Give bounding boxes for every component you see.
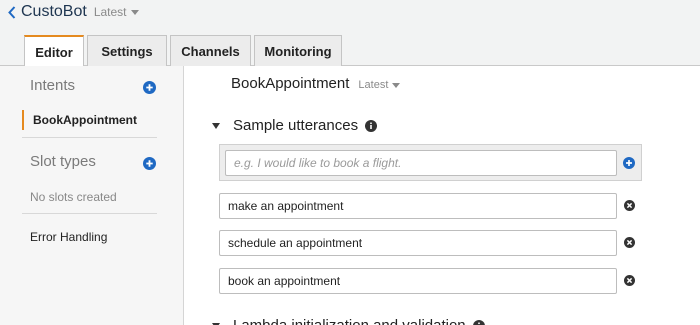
sample-utterances-title: Sample utterances	[233, 117, 359, 134]
intent-version-label: Latest	[358, 79, 389, 91]
remove-utterance-icon[interactable]	[624, 237, 635, 248]
tab-channels[interactable]: Channels	[170, 35, 251, 66]
bot-version-dropdown[interactable]: Latest	[94, 5, 139, 19]
lambda-section-header: Lambda initialization and validation	[212, 317, 485, 325]
bot-selector[interactable]: CustoBot Latest	[8, 2, 139, 22]
new-utterance-input[interactable]	[225, 150, 617, 176]
info-icon[interactable]	[472, 319, 485, 325]
caret-down-icon	[392, 82, 401, 88]
remove-utterance-icon[interactable]	[624, 200, 635, 211]
caret-down-icon	[130, 9, 139, 15]
intents-heading: Intents	[30, 77, 76, 94]
intent-title: BookAppointment	[231, 75, 350, 92]
intent-header: BookAppointment Latest	[231, 75, 401, 92]
tab-editor[interactable]: Editor	[24, 35, 84, 67]
sidebar: Intents BookAppointment Slot types No sl…	[0, 66, 184, 325]
bot-version-label: Latest	[93, 5, 127, 19]
lambda-section-title: Lambda initialization and validation	[233, 317, 466, 325]
no-slots-text: No slots created	[30, 190, 117, 204]
info-icon[interactable]	[365, 119, 378, 132]
sidebar-item-bookappointment[interactable]: BookAppointment	[22, 110, 137, 130]
add-slot-type-icon[interactable]	[143, 157, 156, 170]
add-intent-icon[interactable]	[143, 81, 156, 94]
sample-utterances-header: Sample utterances	[212, 117, 378, 134]
collapse-triangle-icon[interactable]	[212, 122, 220, 129]
utterance-input[interactable]	[219, 268, 617, 294]
tab-monitoring[interactable]: Monitoring	[254, 35, 342, 66]
chevron-left-icon[interactable]	[8, 5, 16, 19]
slot-types-heading: Slot types	[30, 153, 96, 170]
bot-title[interactable]: CustoBot	[21, 3, 87, 21]
new-utterance-row	[219, 144, 642, 181]
tab-settings[interactable]: Settings	[87, 35, 167, 66]
divider	[22, 213, 157, 214]
sidebar-item-label: BookAppointment	[33, 113, 137, 127]
utterance-input[interactable]	[219, 193, 617, 219]
divider	[22, 137, 157, 138]
tab-bar: Editor Settings Channels Monitoring	[24, 35, 345, 67]
remove-utterance-icon[interactable]	[624, 275, 635, 286]
utterance-input[interactable]	[219, 230, 617, 256]
intent-version-dropdown[interactable]: Latest	[358, 79, 401, 91]
error-handling-link[interactable]: Error Handling	[30, 230, 107, 244]
add-utterance-icon[interactable]	[623, 157, 635, 169]
top-bar: CustoBot Latest Editor Settings Channels…	[0, 0, 700, 67]
